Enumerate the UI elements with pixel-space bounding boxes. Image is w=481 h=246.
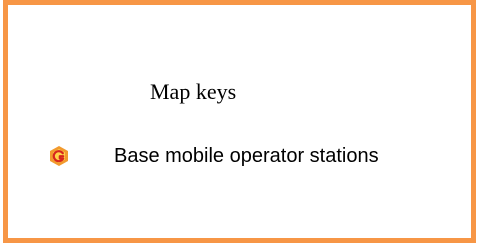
map-legend: Map keys Base mobile operator stations (3, 0, 476, 243)
legend-item-base-stations: Base mobile operator stations (48, 141, 379, 171)
base-station-marker-icon (48, 145, 70, 167)
legend-item-label: Base mobile operator stations (114, 145, 379, 167)
legend-title: Map keys (150, 79, 237, 104)
